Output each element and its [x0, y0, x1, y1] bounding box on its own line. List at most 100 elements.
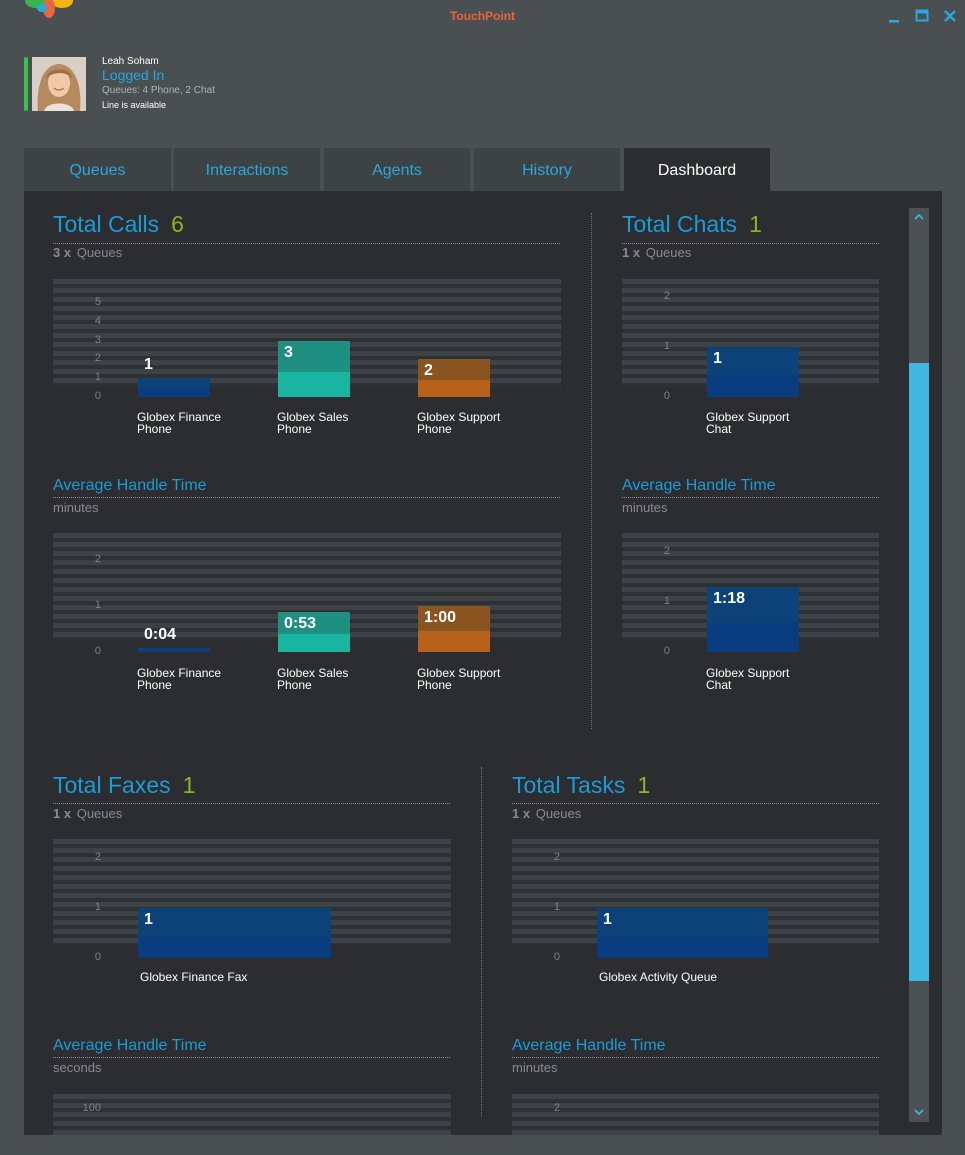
queue-multiplier: 1 x: [512, 806, 531, 821]
bar-category-label: Globex Support Phone: [417, 666, 501, 692]
queue-label: Queues: [535, 806, 582, 821]
bar-category-label: Globex Finance Fax: [140, 970, 248, 984]
y-tick-label: 1: [94, 599, 101, 611]
tasks-queue-count: 1 x Queues: [512, 806, 581, 821]
bar-value-label: 0:53: [284, 614, 317, 632]
total-faxes-title: Total Faxes 1: [53, 772, 195, 799]
bar-highlight: [138, 908, 331, 936]
y-tick-label: 1: [553, 901, 560, 913]
bar-category-label: Globex Support Chat: [706, 666, 790, 692]
calls-queue-count: 3 x Queues: [53, 245, 122, 260]
y-tick-label: 0: [553, 951, 560, 963]
chart-background: [53, 1094, 451, 1135]
presence-indicator: [24, 57, 28, 111]
bar-value-label: 0:04: [144, 626, 177, 643]
line-status: Line is available: [102, 100, 167, 110]
bar-value-label: 1: [603, 911, 612, 928]
bar-category-label: Globex Finance Phone: [137, 410, 222, 436]
user-queues: Queues: 4 Phone, 2 Chat: [102, 85, 215, 96]
chats-aht-title: Average Handle Time: [622, 477, 776, 494]
close-icon[interactable]: [942, 8, 958, 24]
chart-background: [512, 1094, 879, 1135]
tab-history[interactable]: History: [474, 148, 620, 191]
bar-category-label: Globex Support Chat: [706, 410, 790, 436]
y-tick-label: 2: [663, 290, 670, 302]
bar-category-label: Globex Finance Phone: [137, 666, 222, 692]
total-calls-count: 6: [171, 211, 184, 237]
bar-highlight: [138, 378, 210, 389]
tab-dashboard[interactable]: Dashboard: [624, 148, 770, 191]
total-chats-title: Total Chats 1: [622, 211, 762, 238]
bar-value-label: 1:00: [424, 609, 457, 626]
y-tick-label: 4: [94, 314, 101, 327]
chats-aht-unit: minutes: [622, 500, 668, 515]
calls-aht-unit: minutes: [53, 500, 99, 515]
faxes-aht-title: Average Handle Time: [53, 1037, 207, 1054]
minimize-icon[interactable]: [886, 8, 902, 24]
queue-label: Queues: [645, 245, 692, 260]
chart-bar[interactable]: [138, 378, 210, 397]
title-bar: TouchPoint: [0, 0, 965, 34]
section-rule: [53, 1057, 450, 1058]
vertical-scrollbar[interactable]: [909, 208, 929, 1122]
y-tick-label: 3: [94, 333, 101, 346]
total-chats-count: 1: [749, 211, 762, 237]
maximize-icon[interactable]: [914, 8, 930, 24]
total-tasks-title: Total Tasks 1: [512, 772, 650, 799]
user-name: Leah Soham: [102, 56, 159, 67]
scroll-down-icon[interactable]: [913, 1106, 925, 1118]
section-title-text: Total Faxes: [53, 772, 171, 798]
y-tick-label: 0: [94, 645, 101, 657]
bar-value-label: 2: [424, 362, 433, 380]
queue-label: Queues: [76, 806, 123, 821]
y-tick-label: 2: [94, 553, 101, 565]
scroll-up-icon[interactable]: [913, 211, 925, 223]
scroll-thumb[interactable]: [909, 363, 929, 981]
y-tick-label: 1: [94, 901, 101, 913]
bar-highlight: [597, 908, 768, 936]
y-tick-label: 2: [94, 352, 101, 365]
queue-multiplier: 3 x: [53, 245, 72, 260]
bar-value-label: 1: [144, 911, 153, 928]
tasks-aht-title: Average Handle Time: [512, 1037, 666, 1054]
chart-bar[interactable]: [138, 648, 210, 652]
avatar: [32, 57, 86, 111]
column-divider: [591, 213, 592, 729]
queue-multiplier: 1 x: [622, 245, 641, 260]
queue-multiplier: 1 x: [53, 806, 72, 821]
column-divider: [481, 767, 482, 1117]
dashboard-panel: Total Calls 6 3 x Queues Total Chats 1 1 x…: [24, 191, 942, 1135]
app-title: TouchPoint: [449, 9, 516, 23]
tab-interactions[interactable]: Interactions: [174, 148, 320, 191]
section-title-text: Total Tasks: [512, 772, 626, 798]
bar-value-label: 1: [713, 350, 722, 367]
y-tick-label: 5: [94, 296, 101, 308]
user-info: Leah Soham Logged In Queues: 4 Phone, 2 …: [24, 56, 424, 112]
y-tick-label: 2: [663, 545, 670, 557]
faxes-aht-unit: seconds: [53, 1060, 102, 1075]
chart-bar[interactable]: [138, 908, 331, 958]
login-status[interactable]: Logged In: [102, 67, 164, 83]
y-tick-label: 2: [553, 851, 560, 863]
tasks-aht-unit: minutes: [512, 1060, 558, 1075]
y-tick-label: 2: [94, 851, 101, 863]
section-title-text: Total Chats: [622, 211, 738, 237]
section-rule: [53, 497, 560, 498]
y-tick-label: 2: [553, 1102, 560, 1114]
total-faxes-count: 1: [182, 772, 196, 798]
section-rule: [53, 803, 450, 804]
chats-queue-count: 1 x Queues: [622, 245, 691, 260]
bar-value-label: 1:18: [713, 590, 746, 607]
section-rule: [53, 243, 560, 244]
queue-label: Queues: [76, 245, 123, 260]
tab-agents[interactable]: Agents: [324, 148, 470, 191]
section-title-text: Total Calls: [53, 211, 160, 237]
y-tick-label: 100: [82, 1102, 101, 1114]
faxes-queue-count: 1 x Queues: [53, 806, 122, 821]
tab-queues[interactable]: Queues: [24, 148, 171, 191]
y-tick-label: 1: [663, 340, 670, 352]
section-rule: [512, 803, 879, 804]
bar-category-label: Globex Activity Queue: [599, 970, 718, 984]
chart-bar[interactable]: [597, 908, 768, 958]
bar-value-label: 3: [284, 343, 293, 361]
